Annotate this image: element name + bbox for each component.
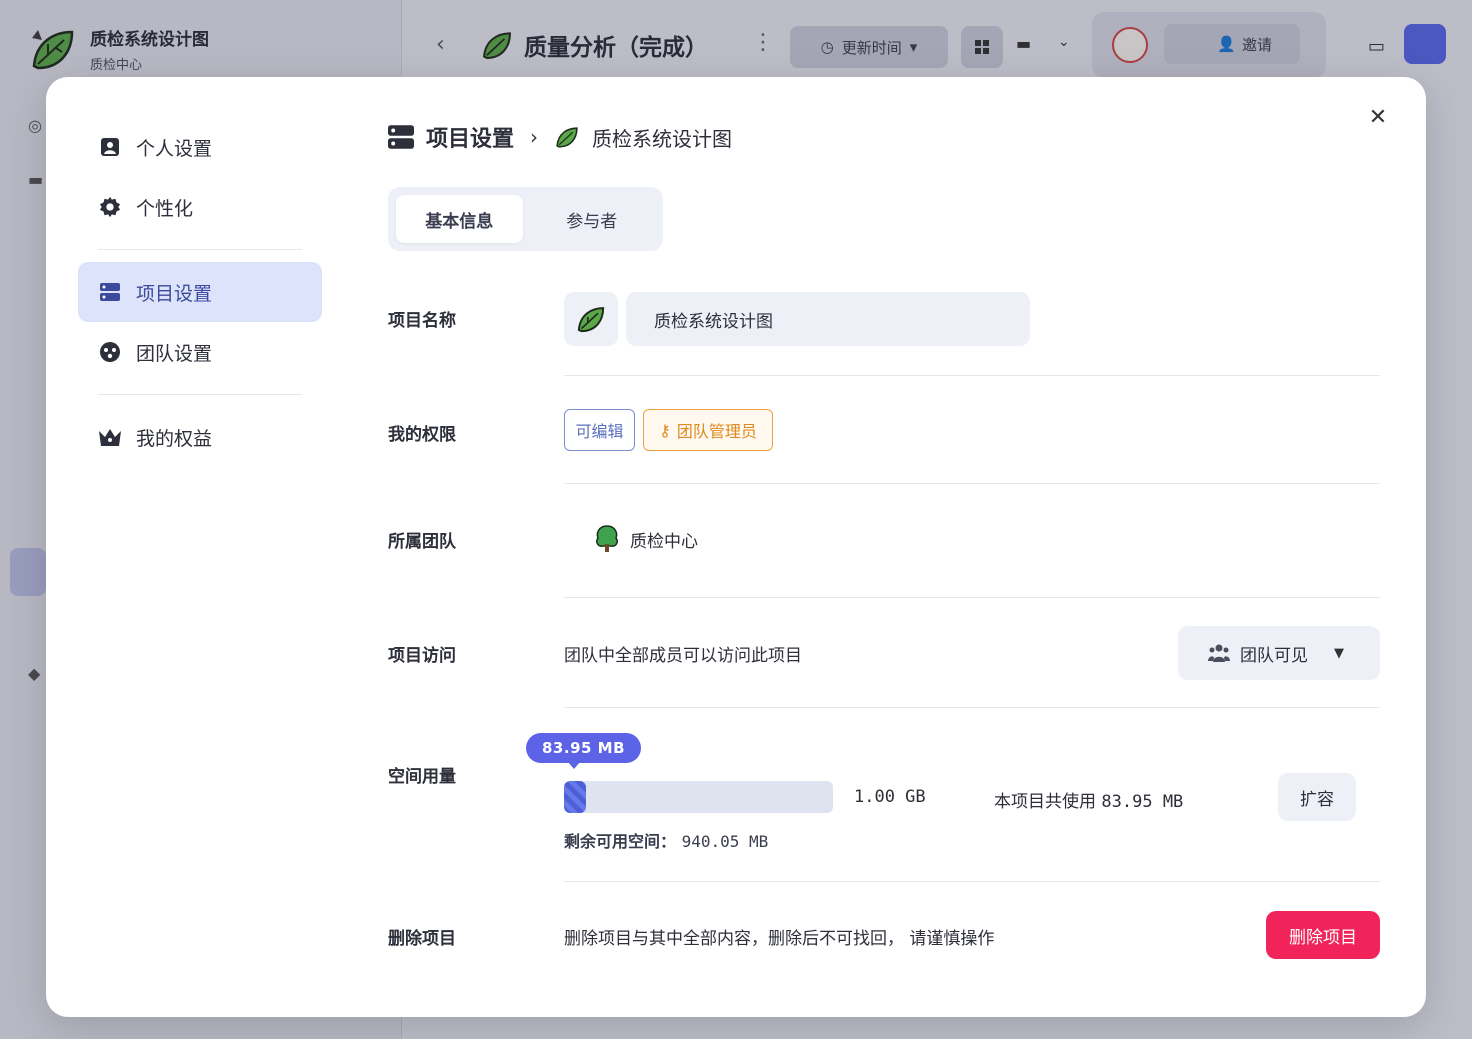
server-icon <box>388 125 414 149</box>
settings-tabs: 基本信息 参与者 <box>388 187 663 251</box>
project-name-label: 项目名称 <box>388 311 456 331</box>
leaf-icon <box>577 307 605 333</box>
breadcrumb-project: 质检系统设计图 <box>592 126 733 151</box>
settings-content: 项目设置 › 质检系统设计图 基本信息 参与者 项目名称 质检系统设计图 我的权… <box>388 117 1380 959</box>
project-name-input[interactable]: 质检系统设计图 <box>626 292 1030 346</box>
nav-item-label: 团队设置 <box>136 342 213 365</box>
delete-label: 删除项目 <box>388 929 456 949</box>
storage-used-badge: 83.95 MB <box>526 733 642 769</box>
expand-storage-button[interactable]: 扩容 <box>1278 773 1356 821</box>
team-face-icon <box>98 340 122 364</box>
row-divider <box>564 881 1380 882</box>
nav-item-label: 我的权益 <box>136 427 213 450</box>
access-label: 项目访问 <box>388 646 456 666</box>
server-icon <box>98 280 122 304</box>
storage-progress-bar <box>564 781 833 813</box>
settings-modal: ✕ 个人设置 个性化 项目设置 团队设置 我的权益 项目设置 › 质检系统设计图… <box>46 77 1426 1017</box>
delete-description: 删除项目与其中全部内容，删除后不可找回， 请谨慎操作 <box>564 929 995 949</box>
team-label: 所属团队 <box>388 532 456 552</box>
chevron-right-icon: › <box>530 125 539 149</box>
storage-remaining-value: 940.05 MB <box>681 832 769 851</box>
nav-item-label: 项目设置 <box>136 282 213 305</box>
crown-icon <box>98 425 122 449</box>
storage-used-prefix: 本项目共使用 <box>994 792 1096 812</box>
nav-item-label: 个性化 <box>136 197 194 220</box>
permission-label: 我的权限 <box>388 425 456 445</box>
nav-item-personal-settings[interactable]: 个人设置 <box>78 117 322 177</box>
nav-divider <box>98 394 302 395</box>
nav-item-personalization[interactable]: 个性化 <box>78 177 322 237</box>
nav-divider <box>98 249 302 250</box>
tab-basic-info[interactable]: 基本信息 <box>396 195 523 243</box>
nav-item-label: 个人设置 <box>136 137 213 160</box>
storage-used-value: 83.95 MB <box>1101 792 1184 812</box>
access-description: 团队中全部成员可以访问此项目 <box>564 646 802 666</box>
delete-project-button[interactable]: 删除项目 <box>1266 911 1380 959</box>
settings-nav: 个人设置 个性化 项目设置 团队设置 我的权益 <box>78 117 322 467</box>
storage-used-text: 本项目共使用 83.95 MB <box>994 787 1183 812</box>
row-divider <box>564 483 1380 484</box>
editable-tag: 可编辑 <box>564 409 635 451</box>
leaf-icon <box>556 127 578 148</box>
row-divider <box>564 707 1380 708</box>
breadcrumb: 项目设置 › 质检系统设计图 <box>388 117 1380 157</box>
project-icon-picker[interactable] <box>564 292 618 346</box>
storage-remaining: 剩余可用空间： 940.05 MB <box>564 828 768 852</box>
storage-label: 空间用量 <box>388 767 456 787</box>
storage-total: 1.00 GB <box>854 787 926 807</box>
nav-item-my-benefits[interactable]: 我的权益 <box>78 407 322 467</box>
storage-remaining-label: 剩余可用空间： <box>564 832 677 851</box>
row-divider <box>564 597 1380 598</box>
access-select[interactable]: 团队可见 ▼ <box>1178 626 1380 680</box>
row-divider <box>564 375 1380 376</box>
nav-item-project-settings[interactable]: 项目设置 <box>78 262 322 322</box>
team-name: 质检中心 <box>594 525 698 553</box>
key-icon: ⚷ <box>659 420 671 440</box>
tab-participants[interactable]: 参与者 <box>529 195 656 243</box>
team-name-text: 质检中心 <box>630 531 698 552</box>
caret-down-icon: ▼ <box>1334 645 1344 661</box>
storage-progress-fill <box>564 781 587 813</box>
nav-item-team-settings[interactable]: 团队设置 <box>78 322 322 382</box>
access-selected-value: 团队可见 <box>1240 645 1308 666</box>
id-card-icon <box>98 135 122 159</box>
breadcrumb-section: 项目设置 <box>426 127 515 152</box>
tree-icon <box>596 525 618 552</box>
gear-icon <box>98 195 122 219</box>
users-icon <box>1208 644 1230 662</box>
team-admin-text: 团队管理员 <box>676 422 757 441</box>
team-admin-tag: ⚷ 团队管理员 <box>643 409 773 451</box>
